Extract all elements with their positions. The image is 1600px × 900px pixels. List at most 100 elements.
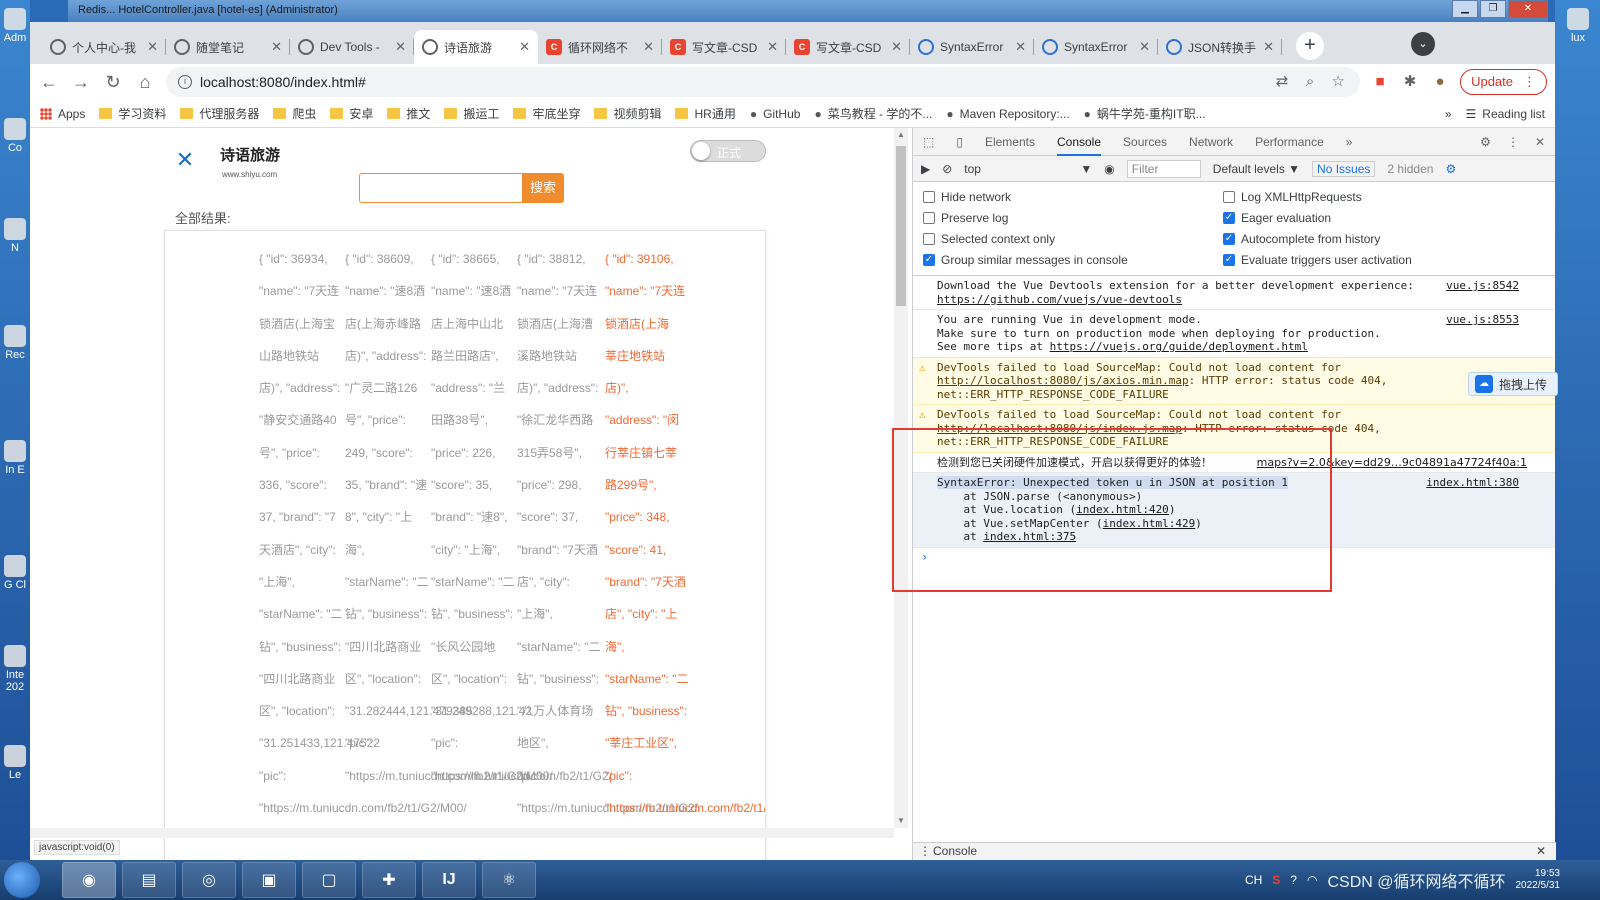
tab-8[interactable]: SyntaxError ✕	[910, 30, 1034, 64]
checkbox-icon[interactable]	[923, 233, 935, 245]
clock[interactable]: 19:53 2022/5/31	[1516, 868, 1561, 892]
site-info-icon[interactable]: i	[178, 75, 192, 89]
bookmark-item[interactable]: HR通用	[675, 105, 736, 122]
tab-3[interactable]: Dev Tools - ✕	[290, 30, 414, 64]
bookmark-item[interactable]: 安卓	[330, 105, 373, 122]
scroll-down-arrow[interactable]: ▼	[897, 816, 905, 825]
forward-button[interactable]: →	[70, 71, 92, 93]
desktop-shortcut[interactable]: N	[2, 218, 28, 254]
desktop-shortcut[interactable]: G Cl	[2, 555, 28, 591]
message-source-link[interactable]: index.html:380	[1426, 476, 1519, 490]
office-icon[interactable]: ▤	[122, 862, 176, 898]
vue-devtools-link[interactable]: https://github.com/vuejs/vue-devtools	[937, 293, 1182, 306]
page-scrollbar[interactable]: ▲ ▼	[894, 128, 908, 828]
tab-search-icon[interactable]: ⌄	[1411, 32, 1435, 56]
window-titlebar[interactable]: Redis... HotelController.java [hotel-es]…	[68, 0, 1548, 22]
tab-10[interactable]: JSON转换手 ✕	[1158, 30, 1282, 64]
desktop-shortcut[interactable]: Rec	[2, 325, 28, 361]
devtools-tab-elements[interactable]: Elements	[985, 135, 1035, 149]
stack-link[interactable]: index.html:420	[1076, 503, 1169, 516]
desktop-shortcut[interactable]: In E	[2, 440, 28, 476]
wifi-icon[interactable]: ◠	[1307, 873, 1317, 887]
paint-icon[interactable]: ✚	[362, 862, 416, 898]
minimize-button[interactable]: ▁	[1452, 0, 1478, 18]
tab-close-icon[interactable]: ✕	[643, 39, 654, 55]
console-option-checkbox[interactable]: ✓ Autocomplete from history	[1223, 232, 1523, 246]
sourcemap-link[interactable]: http://localhost:8080/js/axios.min.map	[937, 374, 1189, 387]
sourcemap-link[interactable]: http://localhost:8080/js/index.js.map	[937, 422, 1182, 435]
url-text[interactable]: localhost:8080/index.html#	[200, 74, 366, 90]
horizontal-scrollbar[interactable]	[30, 828, 894, 838]
checkbox-icon[interactable]: ✓	[923, 254, 935, 266]
zoom-icon[interactable]: ⌕	[1300, 72, 1320, 92]
start-button[interactable]	[4, 862, 40, 898]
devtools-tab-performance[interactable]: Performance	[1255, 135, 1324, 149]
menu-kebab-icon[interactable]: ⋮	[1523, 70, 1536, 94]
scroll-thumb[interactable]	[896, 146, 906, 306]
console-option-checkbox[interactable]: ✓ Eager evaluation	[1223, 211, 1523, 225]
devtools-settings-icon[interactable]: ⚙	[1480, 135, 1491, 149]
checkbox-icon[interactable]: ✓	[1223, 233, 1235, 245]
sogou-icon[interactable]: S	[1272, 873, 1280, 887]
more-tabs-icon[interactable]: »	[1346, 135, 1353, 149]
bookmark-item[interactable]: ● GitHub	[750, 107, 801, 121]
bookmark-item[interactable]: 学习资料	[99, 105, 166, 122]
drawer-tab-console[interactable]: Console	[933, 844, 977, 858]
reading-list-button[interactable]: ☰ Reading list	[1466, 107, 1545, 121]
stack-link[interactable]: index.html:375	[983, 530, 1076, 543]
tab-close-icon[interactable]: ✕	[1263, 39, 1274, 55]
tab-9[interactable]: SyntaxError ✕	[1034, 30, 1158, 64]
tab-close-icon[interactable]: ✕	[767, 39, 778, 55]
back-button[interactable]: ←	[38, 71, 60, 93]
scroll-up-arrow[interactable]: ▲	[897, 130, 905, 139]
extension-icon[interactable]: ■	[1370, 72, 1390, 92]
bookmark-item[interactable]: 代理服务器	[180, 105, 259, 122]
message-source-link[interactable]: vue.js:8542	[1446, 279, 1519, 293]
tab-close-icon[interactable]: ✕	[147, 39, 158, 55]
bookmark-item[interactable]: 视频剪辑	[594, 105, 661, 122]
devtools-tab-console[interactable]: Console	[1056, 135, 1102, 156]
issues-button[interactable]: No Issues	[1312, 160, 1376, 177]
extensions-puzzle-icon[interactable]: ✱	[1400, 72, 1420, 92]
console-filter-input[interactable]: Filter	[1126, 159, 1201, 178]
checkbox-icon[interactable]	[1223, 191, 1235, 203]
drawer-kebab-icon[interactable]: ⋮	[919, 844, 931, 858]
message-source-link[interactable]: vue.js:8553	[1446, 313, 1519, 327]
live-expression-eye-icon[interactable]: ◉	[1104, 162, 1114, 176]
tab-close-icon[interactable]: ✕	[1139, 39, 1150, 55]
desktop-shortcut[interactable]: Le	[2, 745, 28, 781]
bookmark-item[interactable]: 牢底坐穿	[513, 105, 580, 122]
search-button[interactable]: 搜索	[522, 173, 564, 203]
tab-5[interactable]: C 循环网络不 ✕	[538, 30, 662, 64]
pc-icon[interactable]: ▣	[242, 862, 296, 898]
tab-1[interactable]: 个人中心-我 ✕	[42, 30, 166, 64]
console-option-checkbox[interactable]: Hide network	[923, 190, 1223, 204]
tab-close-icon[interactable]: ✕	[271, 39, 282, 55]
translate-icon[interactable]: ⇄	[1272, 72, 1292, 92]
tab-7[interactable]: C 写文章-CSD ✕	[786, 30, 910, 64]
devtools-close-icon[interactable]: ✕	[1535, 135, 1545, 149]
inspect-element-icon[interactable]: ⬚	[923, 135, 934, 149]
checkbox-icon[interactable]	[923, 212, 935, 224]
checkbox-icon[interactable]: ✓	[1223, 212, 1235, 224]
console-sidebar-icon[interactable]: ▶	[921, 162, 930, 176]
desktop-shortcut[interactable]: Co	[2, 118, 28, 154]
devtools-tab-sources[interactable]: Sources	[1123, 135, 1167, 149]
desktop-shortcut[interactable]: Adm	[2, 8, 28, 44]
home-button[interactable]: ⌂	[134, 71, 156, 93]
drawer-close-icon[interactable]: ✕	[1536, 844, 1546, 858]
desktop-shortcut[interactable]: Inte 202	[2, 645, 28, 693]
search-input[interactable]	[359, 173, 524, 203]
desktop-shortcut[interactable]: lux	[1565, 8, 1591, 44]
tab-close-icon[interactable]: ✕	[1015, 39, 1026, 55]
chrome-icon[interactable]: ◉	[62, 862, 116, 898]
bookmark-item[interactable]: 搬运工	[444, 105, 499, 122]
atom-icon[interactable]: ⚛	[482, 862, 536, 898]
bookmark-item[interactable]: 推文	[387, 105, 430, 122]
tab-6[interactable]: C 写文章-CSD ✕	[662, 30, 786, 64]
devtools-tab-network[interactable]: Network	[1189, 135, 1233, 149]
stack-link[interactable]: index.html:429	[1103, 517, 1196, 530]
vue-deployment-link[interactable]: https://vuejs.org/guide/deployment.html	[1050, 340, 1308, 353]
devtools-menu-icon[interactable]: ⋮	[1507, 135, 1519, 149]
console-settings-icon[interactable]: ⚙	[1445, 162, 1456, 176]
